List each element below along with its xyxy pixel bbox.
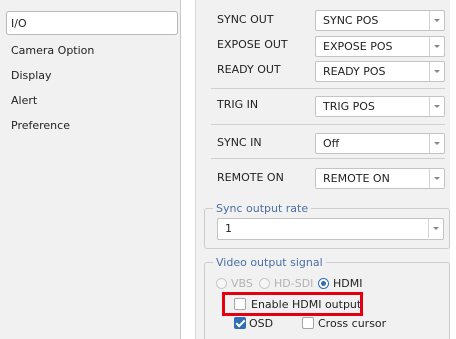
divider: [211, 124, 445, 125]
settings-nav: I/O Camera Option Display Alert Preferen…: [0, 0, 181, 339]
sync-output-rate-legend: Sync output rate: [213, 202, 312, 215]
vbs-radio[interactable]: [216, 278, 227, 289]
chevron-down-icon: [434, 45, 440, 48]
expose-out-select[interactable]: EXPOSE POS: [315, 36, 445, 57]
hd-sdi-radio[interactable]: [259, 278, 270, 289]
expose-out-label: EXPOSE OUT: [217, 38, 288, 51]
annotation-highlight-box: [222, 292, 363, 316]
osd-label: OSD: [249, 317, 274, 330]
nav-item-display[interactable]: Display: [11, 69, 52, 83]
trig-in-value: TRIG POS: [323, 100, 375, 113]
sync-output-rate-select[interactable]: 1: [217, 218, 444, 240]
ready-out-label: READY OUT: [217, 63, 281, 76]
nav-item-camera-option[interactable]: Camera Option: [11, 44, 94, 58]
chevron-down-icon: [433, 227, 439, 230]
sync-out-label: SYNC OUT: [217, 13, 274, 26]
remote-on-dropdown-button[interactable]: [429, 169, 444, 188]
chevron-down-icon: [434, 105, 440, 108]
nav-item-alert[interactable]: Alert: [11, 94, 37, 108]
divider: [211, 158, 445, 159]
ready-out-select[interactable]: READY POS: [315, 61, 445, 82]
chevron-down-icon: [434, 19, 440, 22]
sync-in-dropdown-button[interactable]: [429, 134, 444, 153]
hdmi-radio[interactable]: [318, 278, 329, 289]
cross-cursor-checkbox[interactable]: [302, 317, 314, 329]
remote-on-select[interactable]: REMOTE ON: [315, 168, 445, 189]
sync-in-value: Off: [323, 137, 340, 150]
vbs-radio-label: VBS: [231, 277, 253, 290]
expose-out-dropdown-button[interactable]: [429, 37, 444, 56]
chevron-down-icon: [434, 70, 440, 73]
remote-on-value: REMOTE ON: [323, 172, 390, 185]
chevron-down-icon: [434, 177, 440, 180]
ready-out-dropdown-button[interactable]: [429, 62, 444, 81]
nav-item-io[interactable]: I/O: [11, 17, 27, 31]
chevron-down-icon: [434, 142, 440, 145]
hdmi-radio-label: HDMI: [333, 277, 363, 290]
sync-output-rate-value: 1: [225, 222, 232, 235]
trig-in-dropdown-button[interactable]: [429, 97, 444, 116]
hd-sdi-radio-label: HD-SDI: [274, 277, 314, 290]
sync-out-value: SYNC POS: [323, 14, 379, 27]
sync-out-select[interactable]: SYNC POS: [315, 10, 445, 31]
trig-in-label: TRIG IN: [217, 98, 259, 111]
sync-in-label: SYNC IN: [217, 136, 262, 149]
nav-selection-highlight: [6, 11, 178, 35]
sync-output-rate-dropdown-button[interactable]: [428, 219, 443, 238]
cross-cursor-label: Cross cursor: [318, 317, 387, 330]
nav-item-preference[interactable]: Preference: [11, 119, 70, 133]
divider: [211, 88, 445, 89]
sync-in-select[interactable]: Off: [315, 133, 445, 154]
ready-out-value: READY POS: [323, 65, 386, 78]
sync-out-dropdown-button[interactable]: [429, 11, 444, 30]
trig-in-select[interactable]: TRIG POS: [315, 96, 445, 117]
video-output-signal-legend: Video output signal: [213, 256, 326, 269]
osd-checkbox[interactable]: [234, 317, 246, 329]
remote-on-label: REMOTE ON: [217, 171, 284, 184]
expose-out-value: EXPOSE POS: [323, 40, 393, 53]
